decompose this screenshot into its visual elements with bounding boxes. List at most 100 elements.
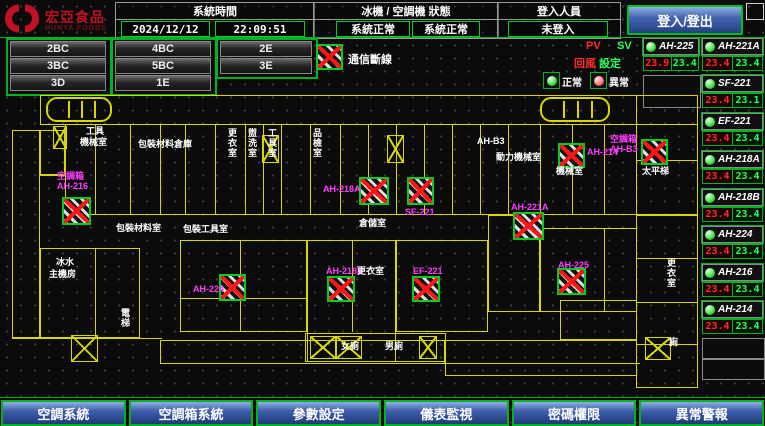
- pv-value: 23.4: [703, 320, 733, 333]
- device-ah-218a-label: AH-218A: [323, 184, 361, 194]
- floor-button-3bc[interactable]: 3BC: [10, 58, 106, 74]
- sv-value: 23.4: [733, 208, 762, 221]
- nav-password-auth[interactable]: 密碼權限: [512, 400, 637, 426]
- brand-name-en: HUNYA FOODS: [45, 25, 107, 32]
- unit-ah-218a[interactable]: AH-218A: [702, 151, 763, 168]
- room-label: 女廁: [341, 341, 359, 351]
- room-label: 倉儲室: [359, 218, 386, 228]
- unit-name: AH-218A: [718, 154, 760, 165]
- unit-ah-225[interactable]: AH-225: [643, 38, 699, 55]
- abnormal-legend-light: [590, 72, 607, 89]
- empty-slot: [702, 359, 765, 380]
- plan-wall: [281, 124, 282, 215]
- device-ah-218b-comm-fail-icon[interactable]: [327, 276, 355, 302]
- stair-step: [577, 101, 579, 118]
- comm-fail-legend-icon: [316, 44, 343, 70]
- device-ah-221a-comm-fail-icon[interactable]: [513, 212, 544, 240]
- nav-divider: [0, 397, 765, 398]
- plan-wall: [160, 363, 640, 364]
- device-ah-218a-comm-fail-icon[interactable]: [359, 177, 389, 205]
- room-label: 冰水: [56, 257, 74, 267]
- pv-value: 23.4: [703, 245, 733, 258]
- shaft-x-icon: [53, 126, 67, 149]
- room-label: 太平梯: [642, 166, 669, 176]
- brand-logo: 宏亞食品 HUNYA FOODS: [4, 3, 107, 39]
- sv-header: SV: [617, 40, 632, 52]
- unit-name: EF-221: [718, 116, 751, 127]
- device-ah-214-comm-fail-icon[interactable]: [558, 143, 585, 168]
- unit-ah-221a-values: 23.423.4: [702, 56, 763, 71]
- unit-ah-218b-values: 23.423.4: [702, 207, 763, 222]
- login-logout-button[interactable]: 登入/登出: [627, 5, 743, 35]
- room-label: 更衣室: [666, 258, 676, 288]
- floor-button-3d[interactable]: 3D: [10, 75, 106, 91]
- unit-ah-218a-values: 23.423.4: [702, 169, 763, 184]
- device-sf-221-comm-fail-icon[interactable]: [407, 177, 434, 205]
- room-label: AH-B3: [477, 136, 505, 146]
- unit-ah-221a[interactable]: AH-221A: [702, 38, 763, 55]
- nav-param-settings[interactable]: 參數設定: [256, 400, 381, 426]
- hmi-screen: 宏亞食品 HUNYA FOODS 系統時間 2024/12/12 22:09:5…: [0, 0, 765, 426]
- plan-wall: [604, 124, 605, 215]
- stair-step: [94, 101, 96, 118]
- sv-value: 23.4: [733, 170, 762, 183]
- nav-ahu-system[interactable]: 空調箱系統: [129, 400, 254, 426]
- room-label: 工具: [86, 126, 104, 136]
- unit-name: SF-221: [718, 78, 751, 89]
- unit-ah-224-values: 23.423.4: [702, 244, 763, 259]
- plan-wall: [560, 300, 637, 340]
- green-light-icon: [705, 117, 715, 127]
- comm-fail-legend-label: 通信斷線: [348, 51, 392, 67]
- unit-ef-221[interactable]: EF-221: [702, 113, 763, 130]
- floor-button-5bc[interactable]: 5BC: [115, 58, 211, 74]
- shaft-x-icon: [419, 336, 437, 359]
- unit-ah-214[interactable]: AH-214: [702, 301, 763, 318]
- empty-slot: [702, 338, 765, 359]
- green-light-icon: [705, 268, 715, 278]
- plan-wall: [310, 124, 311, 215]
- plan-wall: [12, 130, 40, 338]
- sv-value: 23.4: [733, 320, 762, 333]
- sv-value: 23.1: [733, 94, 762, 107]
- unit-ah-218b[interactable]: AH-218B: [702, 189, 763, 206]
- unit-sf-221[interactable]: SF-221: [702, 75, 763, 92]
- floor-button-1e[interactable]: 1E: [115, 75, 211, 91]
- unit-ah-216[interactable]: AH-216: [702, 264, 763, 281]
- shaft-x-icon: [387, 135, 404, 163]
- plan-wall: [340, 124, 341, 215]
- device-ef-221-comm-fail-icon[interactable]: [412, 276, 440, 302]
- machine-status-label: 冰機 / 空調機 狀態: [314, 3, 498, 20]
- device-ah-225-comm-fail-icon[interactable]: [557, 268, 586, 295]
- nav-alarm[interactable]: 異常警報: [639, 400, 764, 426]
- plan-wall: [452, 124, 453, 215]
- room-label: 包裝材料室: [116, 223, 161, 233]
- room-label: 盥洗室: [247, 128, 257, 158]
- sv-value: 23.4: [733, 132, 762, 145]
- device-sf-221-label: SF-221: [405, 207, 435, 217]
- plan-wall: [95, 248, 96, 338]
- unit-name: AH-214: [718, 304, 752, 315]
- shaft-x-icon: [310, 336, 336, 359]
- floor-button-4bc[interactable]: 4BC: [115, 41, 211, 57]
- unit-ah-224[interactable]: AH-224: [702, 226, 763, 243]
- unit-name: AH-224: [718, 229, 752, 240]
- login-label: 登入人員: [498, 3, 620, 20]
- floor-button-2e[interactable]: 2E: [220, 41, 312, 57]
- room-label: 廁: [669, 337, 678, 347]
- floor-button-2bc[interactable]: 2BC: [10, 41, 106, 57]
- device-ah-b3-comm-fail-icon[interactable]: [641, 139, 668, 165]
- stair-step: [591, 101, 593, 118]
- device-ah-216-comm-fail-icon[interactable]: [62, 197, 91, 225]
- pv-value: 23.9: [644, 57, 672, 70]
- nav-ac-system[interactable]: 空調系統: [1, 400, 126, 426]
- floor-button-3e[interactable]: 3E: [220, 58, 312, 74]
- green-light-icon: [705, 193, 715, 203]
- plan-wall: [215, 124, 216, 215]
- device-ef-221-label: EF-221: [413, 266, 443, 276]
- stair-step: [81, 101, 83, 118]
- stair-step: [68, 101, 70, 118]
- nav-meter-monitor[interactable]: 儀表監視: [384, 400, 509, 426]
- plan-wall: [445, 340, 637, 376]
- plan-wall: [636, 302, 698, 303]
- green-light-icon: [705, 305, 715, 315]
